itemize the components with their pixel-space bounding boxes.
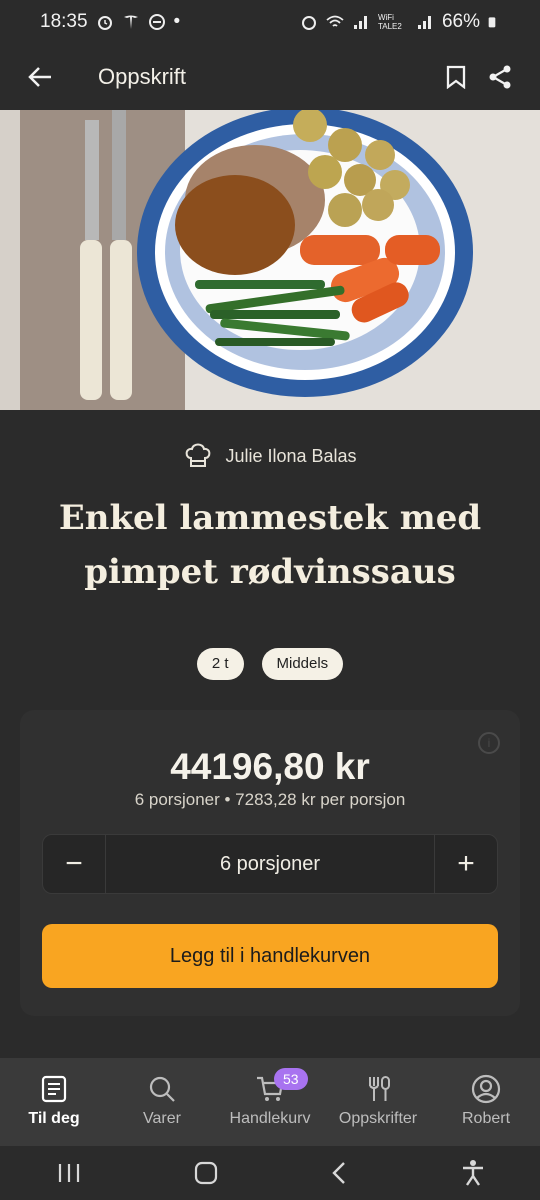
share-icon (489, 65, 511, 89)
back-nav-icon[interactable] (327, 1160, 351, 1186)
total-price: 44196,80 kr (170, 746, 370, 787)
status-time: 18:35 (40, 11, 88, 32)
nav-item-profile[interactable]: Robert (432, 1058, 540, 1146)
status-bar: 18:35 • WiFi TALE2 66% (0, 0, 540, 44)
recipe-photo (0, 110, 540, 410)
battery-icon (488, 17, 496, 28)
increase-portions-button[interactable]: + (434, 835, 497, 893)
bookmark-button[interactable] (434, 55, 478, 99)
newspaper-icon (41, 1075, 67, 1103)
nav-label: Handlekurv (229, 1110, 311, 1127)
search-icon (149, 1076, 175, 1102)
price-card: i 44196,80 kr 6 porsjoner • 7283,28 kr p… (20, 710, 520, 1016)
share-button[interactable] (478, 55, 522, 99)
back-button[interactable] (18, 55, 62, 99)
portion-stepper: − 6 porsjoner + (42, 834, 498, 894)
recipe-title: Enkel lammestek med pimpet rødvinssaus (20, 492, 520, 599)
nav-item-til-deg[interactable]: Til deg (0, 1058, 108, 1146)
nav-label: Til deg (28, 1110, 80, 1127)
wifi-icon (326, 15, 344, 27)
recipe-author[interactable]: Julie Ilona Balas (0, 442, 540, 470)
status-dot: • (173, 11, 181, 32)
signal-icon (353, 16, 367, 29)
bookmark-icon (446, 65, 466, 89)
battery-level: 66% (441, 11, 480, 32)
nav-item-oppskrifter[interactable]: Oppskrifter (324, 1058, 432, 1146)
alarm-icon (301, 16, 316, 30)
decrease-portions-button[interactable]: − (43, 835, 106, 893)
recipe-title-line-2: pimpet rødvinssaus (84, 551, 456, 592)
profile-icon (471, 1074, 501, 1104)
difficulty-chip: Middels (261, 648, 344, 680)
add-to-cart-button[interactable]: Legg til i handlekurven (42, 924, 498, 988)
nav-item-varer[interactable]: Varer (108, 1058, 216, 1146)
cutlery-icon (369, 1076, 390, 1101)
tesla-icon (123, 15, 138, 29)
nav-label: Robert (461, 1110, 511, 1127)
recipe-tags: 2 t Middels (0, 648, 540, 680)
system-nav-bar (0, 1146, 540, 1200)
nav-label: Varer (143, 1110, 181, 1127)
nav-item-handlekurv[interactable]: 53 Handlekurv (216, 1058, 324, 1146)
alarm-icon (97, 16, 112, 30)
recipe-title-line-1: Enkel lammestek med (58, 498, 482, 538)
portion-count: 6 porsjoner (219, 852, 321, 875)
arrow-left-icon (28, 67, 51, 87)
page-title: Oppskrift (98, 64, 187, 89)
author-name: Julie Ilona Balas (225, 445, 357, 466)
accessibility-icon[interactable] (460, 1159, 486, 1187)
signal-icon (417, 16, 431, 29)
nav-label: Oppskrifter (338, 1110, 418, 1127)
dnd-icon (148, 14, 165, 30)
chef-hat-icon (186, 443, 211, 467)
app-bar: Oppskrift (0, 44, 540, 110)
home-icon[interactable] (193, 1160, 219, 1186)
recent-apps-icon[interactable] (54, 1161, 84, 1185)
bottom-nav: Til deg Varer 53 Handlekurv Oppskrifter … (0, 1058, 540, 1146)
wifi-label: WiFi TALE2 (377, 13, 402, 31)
cart-count-badge: 53 (274, 1068, 308, 1090)
price-per-portion: 6 porsjoner • 7283,28 kr per porsjon (134, 790, 406, 809)
time-chip: 2 t (196, 648, 244, 680)
